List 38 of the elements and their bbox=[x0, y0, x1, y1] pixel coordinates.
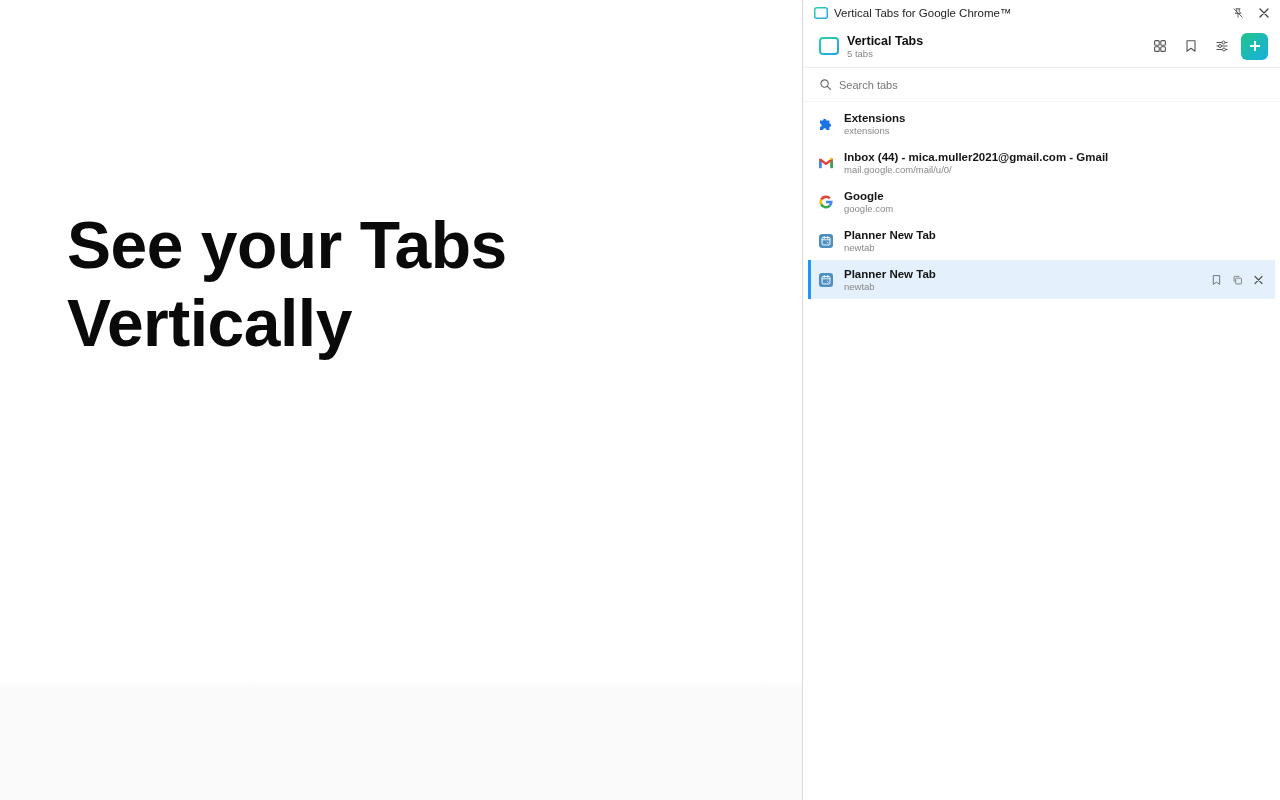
search-field[interactable]: Search tabs bbox=[839, 75, 1270, 94]
g-letter-icon bbox=[819, 194, 833, 209]
bookmark-icon bbox=[1185, 40, 1197, 52]
tab-title: Google bbox=[844, 189, 885, 203]
tab-title: Extensions bbox=[844, 111, 907, 125]
calendar-icon bbox=[819, 233, 833, 248]
close-icon bbox=[1259, 7, 1269, 18]
tab-url: newtab bbox=[844, 281, 876, 292]
tab-title: Inbox (44) - mica.muller2021@gmail.com - Gmail bbox=[844, 150, 1110, 164]
grid-icon bbox=[1154, 40, 1166, 52]
window-icon bbox=[819, 37, 839, 55]
tab-row[interactable]: Extensions extensions bbox=[808, 104, 1275, 143]
window-icon bbox=[814, 6, 828, 19]
tab-title: Planner New Tab bbox=[844, 267, 937, 281]
hero-heading: See your Tabs Vertically bbox=[67, 207, 508, 362]
search-icon bbox=[820, 79, 831, 90]
window-title: Vertical Tabs for Google Chrome™ bbox=[834, 6, 1013, 19]
close-icon bbox=[1253, 274, 1263, 285]
new-tab-button[interactable] bbox=[1241, 32, 1268, 60]
tab-row[interactable]: Google google.com bbox=[808, 182, 1275, 221]
copy-icon bbox=[1232, 274, 1242, 285]
sliders-icon bbox=[1216, 40, 1228, 52]
envelope-m-icon bbox=[819, 155, 833, 170]
tab-url: mail.google.com/mail/u/0/ bbox=[844, 164, 953, 175]
tab-row[interactable]: Planner New Tab newtab bbox=[808, 260, 1275, 299]
bookmark-icon bbox=[1211, 274, 1221, 285]
panel-title: Vertical Tabs bbox=[847, 33, 925, 48]
tab-count: 5 tabs bbox=[847, 47, 874, 59]
puzzle-piece-icon bbox=[819, 116, 833, 131]
plus-icon bbox=[1249, 41, 1260, 51]
tab-url: extensions bbox=[844, 125, 891, 136]
tab-url: google.com bbox=[844, 203, 895, 214]
tab-title: Planner New Tab bbox=[844, 228, 937, 242]
tab-row[interactable]: Inbox (44) - mica.muller2021@gmail.com - Gmail mail.google.com/mail/u/0/ bbox=[808, 143, 1275, 182]
tab-url: newtab bbox=[844, 242, 876, 253]
pin-off-icon bbox=[1233, 7, 1243, 18]
calendar-icon bbox=[819, 272, 833, 287]
tab-row[interactable]: Planner New Tab newtab bbox=[808, 221, 1275, 260]
